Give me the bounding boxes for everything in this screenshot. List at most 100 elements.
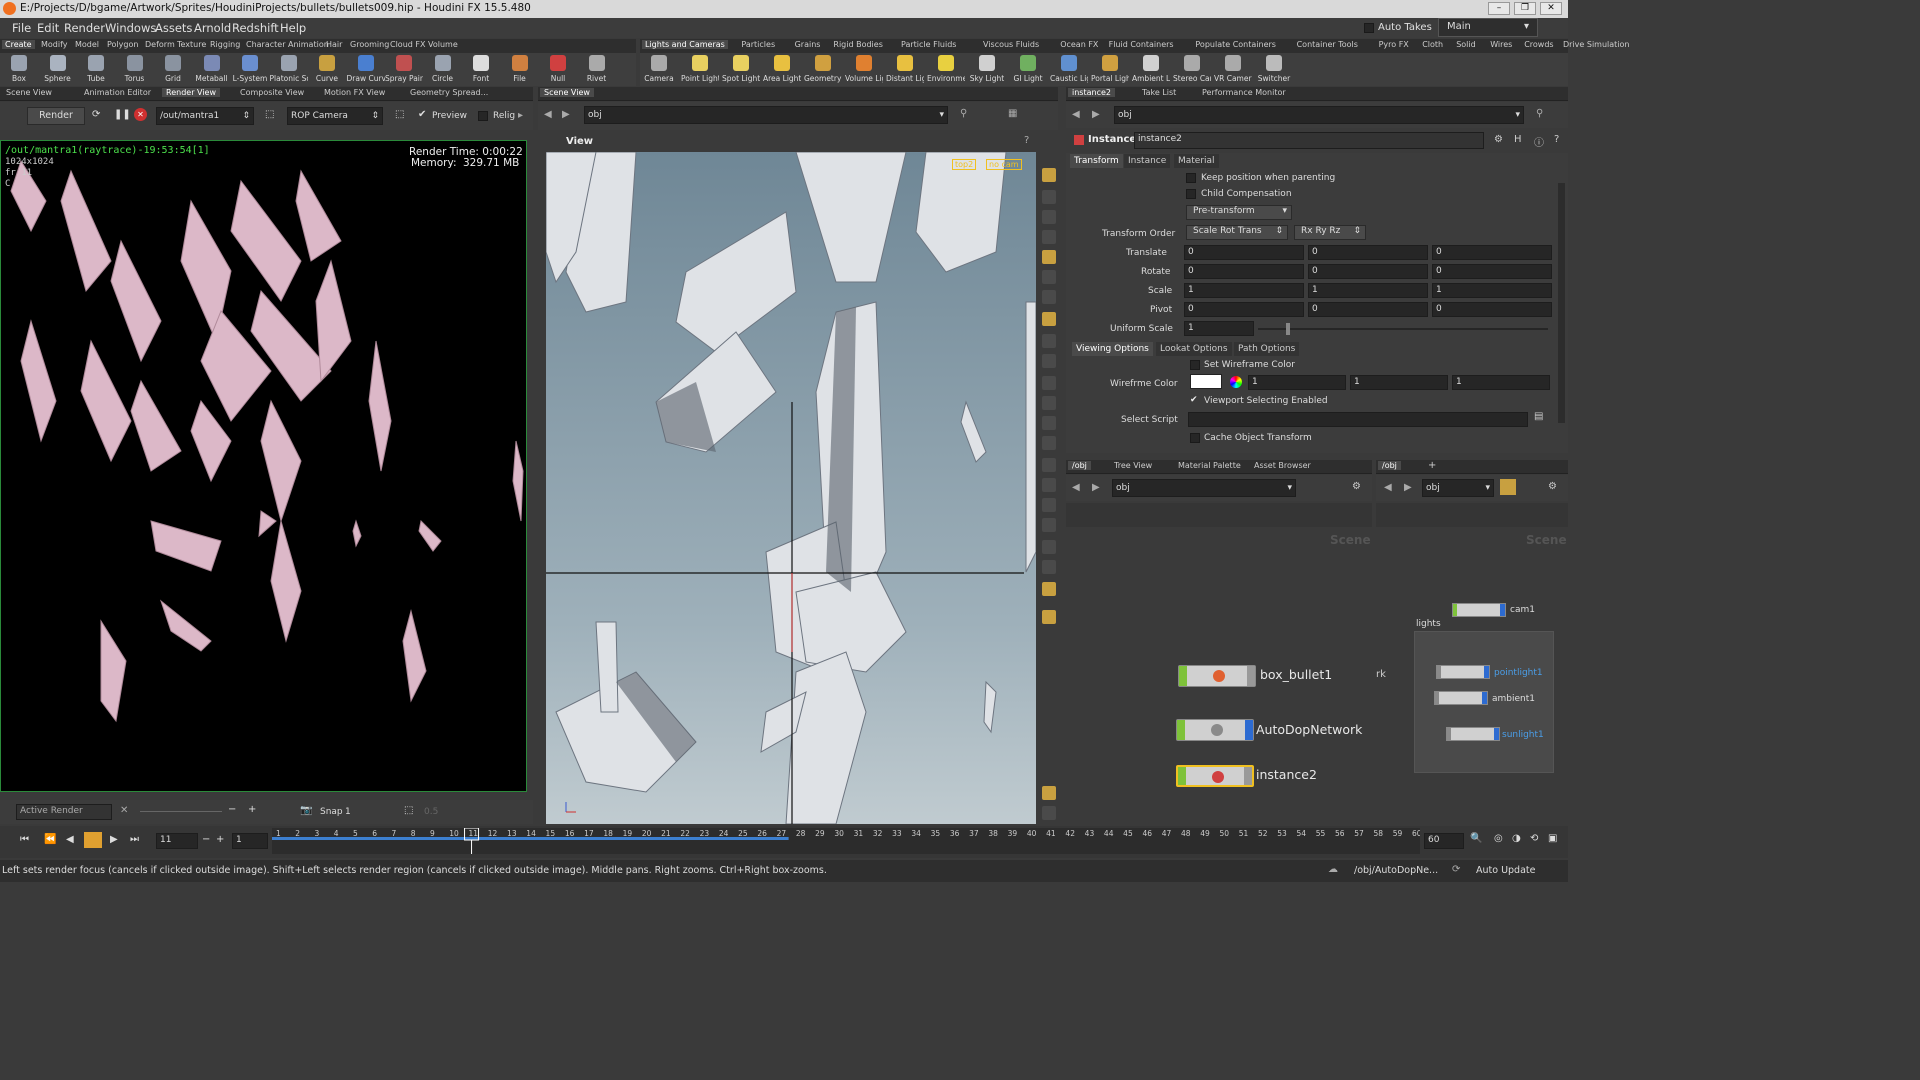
menu-help[interactable]: Help xyxy=(280,21,306,35)
ambient1-node[interactable] xyxy=(1434,691,1488,705)
viewport-select-check-icon[interactable]: ✔ xyxy=(1190,395,1198,405)
shelf-tab-grooming[interactable]: Grooming xyxy=(347,40,392,49)
net-back-icon[interactable]: ◀ xyxy=(1072,482,1080,493)
view-help-icon[interactable]: ? xyxy=(1024,135,1029,146)
restore-button[interactable]: ❐ xyxy=(1514,2,1536,15)
tool-file[interactable]: File xyxy=(501,55,539,83)
pane-tab-motion-fx-view[interactable]: Motion FX View xyxy=(320,88,389,97)
set-wire-checkbox[interactable] xyxy=(1190,360,1200,370)
cam1-node[interactable] xyxy=(1452,603,1506,617)
autodopnetwork-node[interactable] xyxy=(1176,719,1254,741)
pane-tab-geometry-spread-[interactable]: Geometry Spread... xyxy=(406,88,492,97)
shelf-tab-model[interactable]: Model xyxy=(72,40,102,49)
tool-spot-light[interactable]: Spot Light xyxy=(722,55,760,83)
file-chooser-icon[interactable]: ▤ xyxy=(1534,411,1543,422)
param-help-icon[interactable]: ? xyxy=(1554,134,1559,145)
timeline-options-icon[interactable]: ▣ xyxy=(1548,833,1557,844)
net2-flag-icon[interactable] xyxy=(1500,479,1516,495)
pane-tab--obj[interactable]: /obj xyxy=(1068,461,1091,470)
stop-icon[interactable] xyxy=(84,832,102,848)
tab-instance[interactable]: Instance xyxy=(1124,154,1171,168)
pen-icon[interactable] xyxy=(1042,396,1056,410)
tool-l-system[interactable]: L-System xyxy=(231,55,269,83)
scene-path-field[interactable]: obj ▾ xyxy=(584,106,948,124)
pick-driver-icon[interactable]: ⬚ xyxy=(265,109,274,120)
minimize-button[interactable]: – xyxy=(1488,2,1510,15)
pane-tab-asset-browser[interactable]: Asset Browser xyxy=(1250,461,1315,470)
tool-geometry-l-[interactable]: Geometry L... xyxy=(804,55,842,83)
shelf-tab-wires[interactable]: Wires xyxy=(1487,40,1515,49)
tool-environmen-[interactable]: Environmen... xyxy=(927,55,965,83)
param-back-icon[interactable]: ◀ xyxy=(1072,109,1080,120)
keep-position-checkbox[interactable] xyxy=(1186,173,1196,183)
param-path-field[interactable]: obj ▾ xyxy=(1114,106,1524,124)
gear-icon[interactable]: ⚙ xyxy=(1494,134,1503,145)
translate-x[interactable]: 0 xyxy=(1184,245,1304,260)
text-icon[interactable] xyxy=(1042,560,1056,574)
rotate-order-menu[interactable]: Rx Ry Rz ⇕ xyxy=(1294,225,1366,240)
tool-distant-light[interactable]: Distant Light xyxy=(886,55,924,83)
tool-tube[interactable]: Tube xyxy=(77,55,115,83)
tool-switcher[interactable]: Switcher xyxy=(1255,55,1293,83)
shelf-tab-particle-fluids[interactable]: Particle Fluids xyxy=(898,40,959,49)
uniform-scale-slider[interactable] xyxy=(1258,328,1548,330)
tool-ambient-lig-[interactable]: Ambient Lig... xyxy=(1132,55,1170,83)
wire-color-r[interactable]: 1 xyxy=(1248,375,1346,390)
audio-icon[interactable]: 🔍 xyxy=(1470,833,1482,844)
menu-render[interactable]: Render xyxy=(64,21,105,35)
snapshot-view-icon[interactable] xyxy=(1042,582,1056,596)
plus-icon[interactable]: + xyxy=(248,804,256,815)
update-icon[interactable]: ⟳ xyxy=(1452,864,1460,875)
goto-start-icon[interactable]: ⏮ xyxy=(20,834,29,845)
forward-icon[interactable]: ▶ xyxy=(562,109,570,120)
shelf-tab-hair[interactable]: Hair xyxy=(323,40,345,49)
shelf-tab-ocean-fx[interactable]: Ocean FX xyxy=(1057,40,1101,49)
box-bullet-node[interactable] xyxy=(1178,665,1256,687)
viewport[interactable]: top2 no cam xyxy=(546,152,1036,824)
transform-order-menu[interactable]: Scale Rot Trans ⇕ xyxy=(1186,225,1288,240)
current-frame-field[interactable]: 11 xyxy=(156,833,198,849)
ortho-icon[interactable] xyxy=(1042,312,1056,326)
add-tab-icon-2[interactable]: + xyxy=(1428,460,1436,471)
uniform-scale-field[interactable]: 1 xyxy=(1184,321,1254,336)
tool-metaball[interactable]: Metaball xyxy=(193,55,231,83)
pane-tab-take-list[interactable]: Take List xyxy=(1138,88,1180,97)
render-image[interactable]: /out/mantra1(raytrace)-19:53:54[1] 1024x… xyxy=(0,140,527,792)
refresh-icon[interactable]: ⟳ xyxy=(92,109,100,120)
loop-icon[interactable]: ⟲ xyxy=(1530,833,1538,844)
pane-tab-instance2[interactable]: instance2 xyxy=(1068,88,1115,97)
view-camera-badge[interactable]: top2 xyxy=(952,159,977,170)
tool-area-light[interactable]: Area Light xyxy=(763,55,801,83)
tab-scene-view[interactable]: Scene View xyxy=(540,88,594,97)
net-gear-icon[interactable]: ⚙ xyxy=(1352,481,1361,492)
eraser-icon[interactable] xyxy=(1042,458,1056,472)
point-icon[interactable] xyxy=(1042,354,1056,368)
relig-checkbox[interactable] xyxy=(478,111,488,121)
child-comp-checkbox[interactable] xyxy=(1186,189,1196,199)
close-button[interactable]: ✕ xyxy=(1540,2,1562,15)
tool-platonic-sol-[interactable]: Platonic Sol... xyxy=(270,55,308,83)
node-name-field[interactable]: instance2 xyxy=(1134,132,1484,149)
shelf-tab-texture[interactable]: Texture xyxy=(174,40,209,49)
camera-field[interactable]: ROP Camera ⇕ xyxy=(287,107,383,125)
step-field[interactable]: 1 xyxy=(232,833,268,849)
net-path-field[interactable]: obj ▾ xyxy=(1112,479,1296,497)
menu-edit[interactable]: Edit xyxy=(37,21,59,35)
pivot-x[interactable]: 0 xyxy=(1184,302,1304,317)
realtime-icon[interactable]: ◑ xyxy=(1512,833,1521,844)
layout-icon[interactable]: ▦ xyxy=(1008,108,1017,119)
sunlight1-node[interactable] xyxy=(1446,727,1500,741)
menu-redshift[interactable]: Redshift xyxy=(232,21,279,35)
output-driver-field[interactable]: /out/mantra1 ⇕ xyxy=(156,107,254,125)
close-render-icon[interactable]: ✕ xyxy=(120,805,128,816)
tool-spray-paint[interactable]: Spray Paint xyxy=(385,55,423,83)
tab-lookat-options[interactable]: Lookat Options xyxy=(1156,342,1232,356)
pick-camera-icon[interactable]: ⬚ xyxy=(395,109,404,120)
houdini-app-icon[interactable] xyxy=(3,2,16,15)
net2-forward-icon[interactable]: ▶ xyxy=(1404,482,1412,493)
pin-icon[interactable]: ⚲ xyxy=(960,108,967,119)
param-pin-icon[interactable]: ⚲ xyxy=(1536,108,1543,119)
translate-y[interactable]: 0 xyxy=(1308,245,1428,260)
end-frame-field[interactable]: 60 xyxy=(1424,833,1464,849)
brush-icon[interactable] xyxy=(1042,376,1056,390)
